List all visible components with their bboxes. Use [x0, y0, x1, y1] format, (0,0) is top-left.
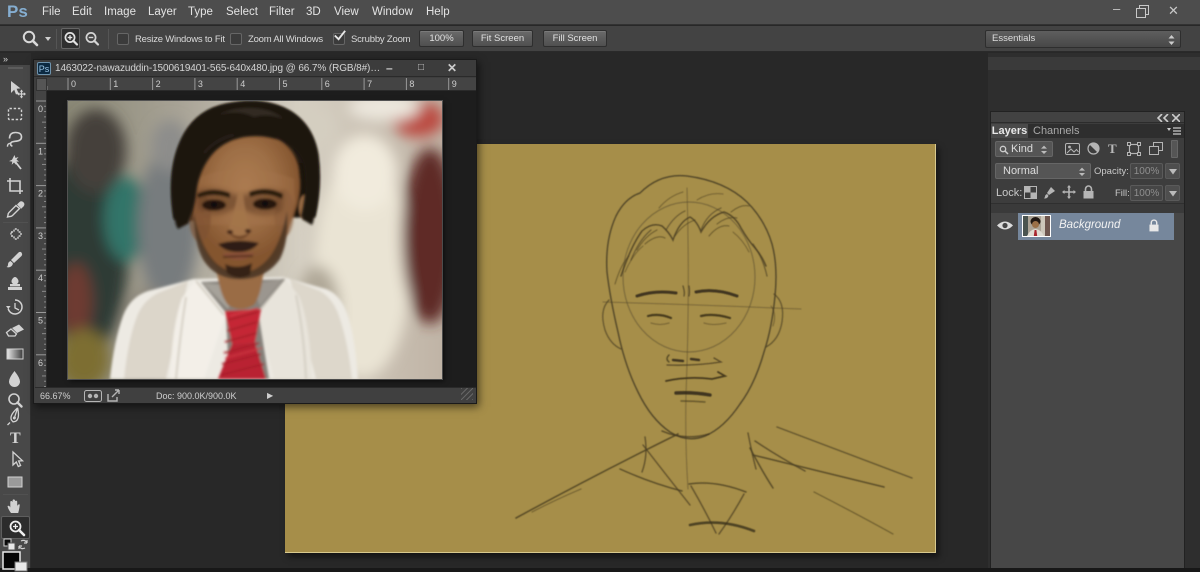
svg-text:5: 5	[283, 79, 288, 89]
svg-text:2: 2	[156, 79, 161, 89]
svg-text:8: 8	[409, 79, 414, 89]
svg-text:3: 3	[38, 231, 43, 241]
svg-text:5: 5	[38, 316, 43, 326]
svg-text:0: 0	[71, 79, 76, 89]
svg-text:2: 2	[38, 189, 43, 199]
svg-text:4: 4	[240, 79, 245, 89]
svg-text:6: 6	[38, 358, 43, 368]
svg-text:T: T	[10, 430, 21, 447]
svg-text:1: 1	[38, 146, 43, 156]
svg-text:4: 4	[38, 273, 43, 283]
svg-text:0: 0	[38, 104, 43, 114]
svg-text:1: 1	[113, 79, 118, 89]
svg-text:9: 9	[452, 79, 457, 89]
svg-text:6: 6	[325, 79, 330, 89]
svg-text:7: 7	[367, 79, 372, 89]
svg-text:3: 3	[198, 79, 203, 89]
